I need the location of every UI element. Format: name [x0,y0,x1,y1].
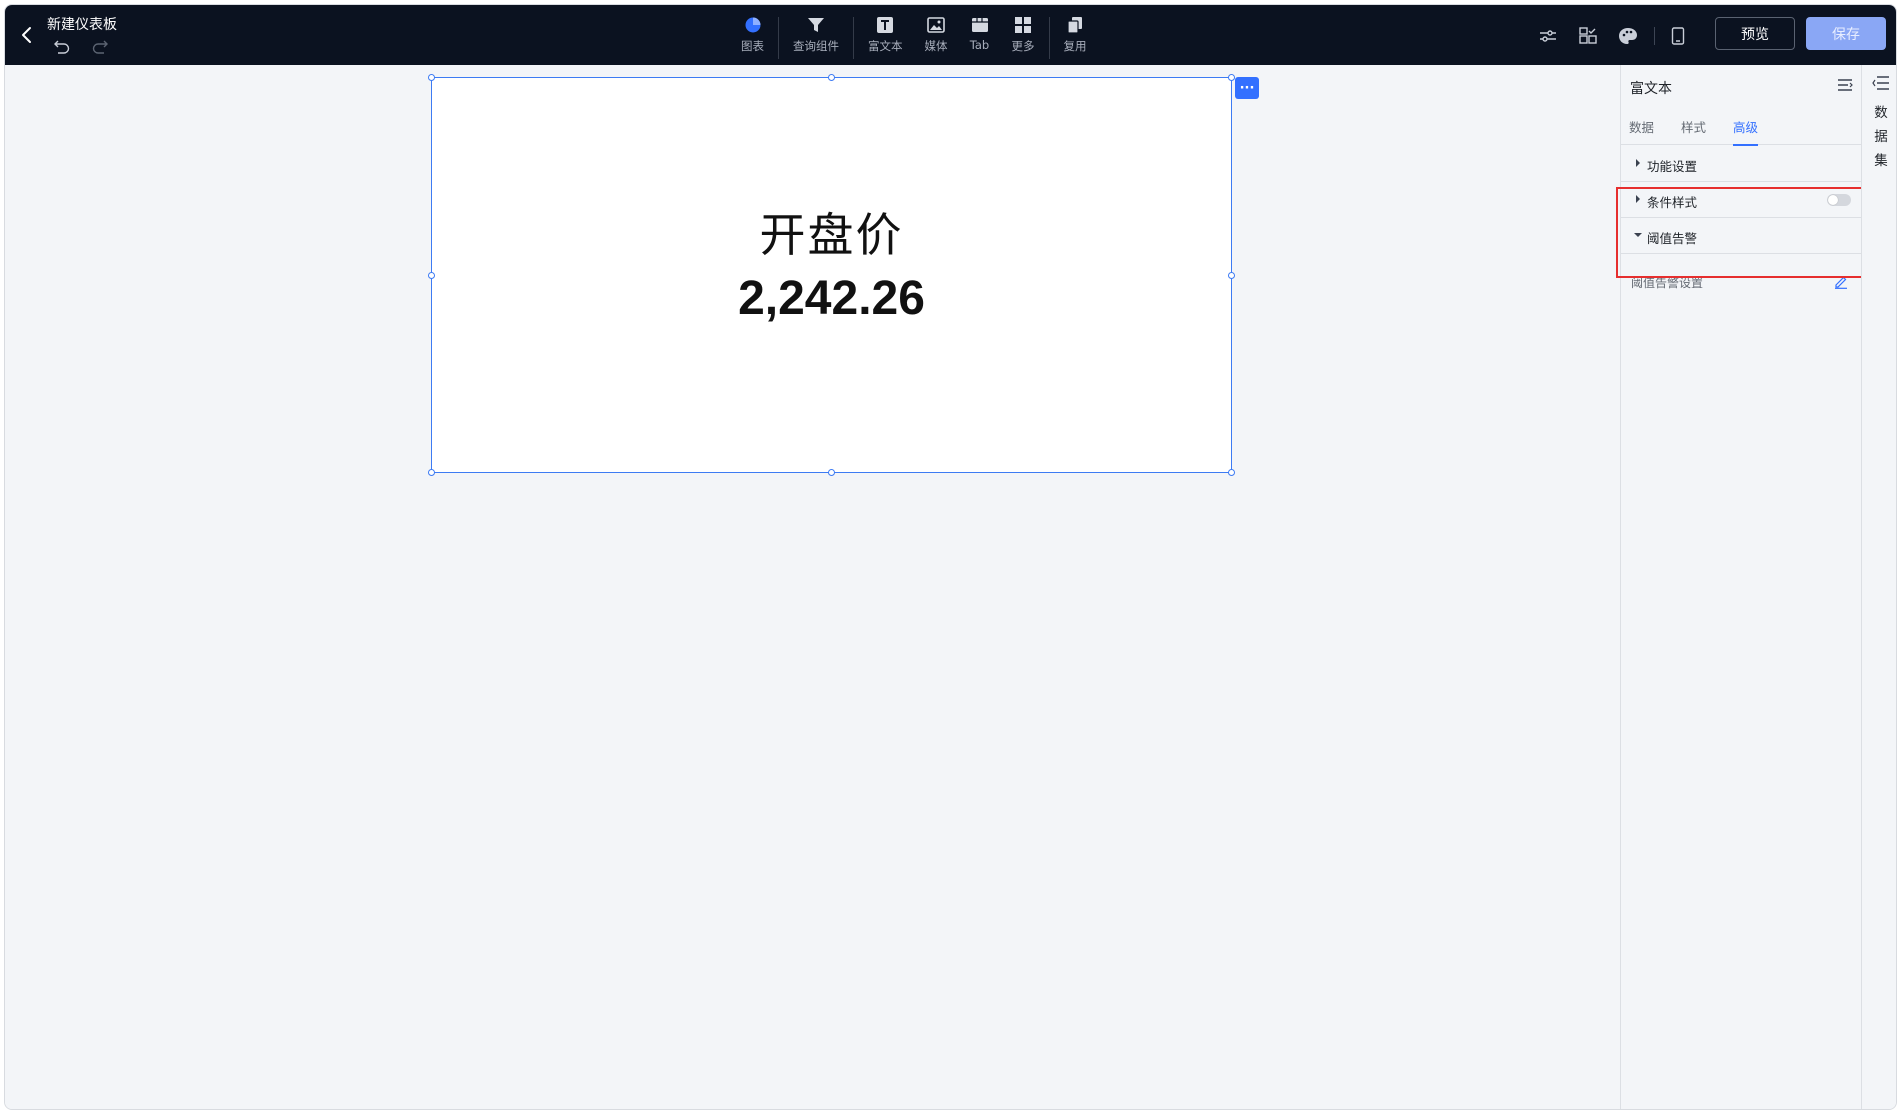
panel-tabs: 数据 样式 高级 [1621,109,1861,146]
edit-icon [1835,276,1847,289]
theme-button[interactable] [1617,25,1639,47]
redo-button[interactable] [89,37,111,57]
tool-label: Tab [969,38,990,52]
back-button[interactable] [13,21,41,49]
mobile-view-button[interactable] [1667,25,1689,47]
expand-panel-icon[interactable] [1872,75,1890,91]
image-icon [926,15,946,35]
toggle-knob [1828,195,1838,205]
chevron-left-icon [22,27,31,43]
tool-query[interactable]: 查询组件 [793,13,839,54]
widget-content: 开盘价 2,242.26 [432,208,1231,335]
tool-label: 更多 [1011,39,1035,53]
tool-reuse[interactable]: 复用 [1064,13,1087,54]
caret-down-icon [1634,233,1642,237]
rich-text-widget[interactable]: 开盘价 2,242.26 [428,74,1235,476]
section-function-settings[interactable]: 功能设置 [1621,146,1861,182]
metric-value: 2,242.26 [738,272,925,326]
top-bar: 新建仪表板 图表 查询组件 富文本 媒体 Tab 更多 复用 预览 保存 [5,5,1896,65]
toolbar-divider [778,17,779,59]
resize-handle[interactable] [428,74,435,81]
toolbar-divider [1654,27,1655,45]
toolbar-divider [853,17,854,59]
resize-handle[interactable] [828,74,835,81]
tool-chart[interactable]: 图表 [741,13,764,54]
text-icon [875,15,895,35]
caret-right-icon [1636,159,1640,167]
metric-title: 开盘价 [759,208,904,262]
conditional-style-toggle[interactable] [1827,194,1851,206]
resize-handle[interactable] [1228,74,1235,81]
panel-collapse-button[interactable] [1835,75,1855,95]
section-title: 功能设置 [1647,159,1698,174]
tool-label: 媒体 [924,39,948,53]
threshold-setting-label: 阈值告警设置 [1631,276,1704,290]
palette-icon [1619,28,1637,44]
tool-tab[interactable]: Tab [970,13,990,52]
tab-data[interactable]: 数据 [1629,117,1654,144]
toolbar-divider [1048,17,1050,59]
pie-chart-icon [743,15,763,35]
section-conditional-style[interactable]: 条件样式 [1621,182,1861,218]
component-toolbar: 图表 查询组件 富文本 媒体 Tab 更多 复用 [741,13,1087,61]
tool-media[interactable]: 媒体 [925,13,948,54]
app-window: 新建仪表板 图表 查询组件 富文本 媒体 Tab 更多 复用 预览 保存 开盘价… [4,4,1897,1110]
tool-rich-text[interactable]: 富文本 [868,13,903,54]
dashboard-title[interactable]: 新建仪表板 [47,14,117,34]
tab-icon [970,15,990,35]
section-title: 阈值告警 [1647,231,1698,246]
tool-label: 查询组件 [793,39,839,53]
panel-title: 富文本 [1630,81,1672,97]
resize-handle[interactable] [828,469,835,476]
property-panel: 富文本 数据 样式 高级 功能设置 条件样式 阈值告警 阈值告警设置 [1620,65,1861,1109]
widget-more-button[interactable]: ··· [1235,77,1259,99]
undo-button[interactable] [51,37,73,57]
settings-sliders-button[interactable] [1537,25,1559,47]
section-title: 条件样式 [1647,195,1698,210]
tool-label: 富文本 [868,39,903,53]
menu-collapse-icon [1838,79,1853,91]
dataset-label[interactable]: 数据集 [1873,101,1889,173]
tool-label: 图表 [741,39,764,53]
resize-handle[interactable] [1228,469,1235,476]
section-threshold-alert[interactable]: 阈值告警 [1621,218,1861,254]
caret-right-icon [1636,195,1640,203]
tool-more[interactable]: 更多 [1012,13,1035,54]
undo-icon [54,40,70,54]
save-button[interactable]: 保存 [1806,17,1886,50]
layout-button[interactable] [1577,25,1599,47]
mobile-icon [1671,27,1685,45]
threshold-edit-button[interactable] [1833,274,1849,290]
tab-advanced[interactable]: 高级 [1733,117,1759,146]
resize-handle[interactable] [428,469,435,476]
preview-button[interactable]: 预览 [1715,17,1795,50]
layout-check-icon [1579,27,1597,44]
filter-icon [806,15,826,35]
grid-icon [1013,15,1033,35]
dataset-sidebar[interactable]: 数据集 [1861,65,1896,1109]
redo-icon [92,40,108,54]
sliders-icon [1540,30,1556,42]
copy-icon [1065,15,1085,35]
tool-label: 复用 [1063,39,1087,53]
threshold-alert-setting: 阈值告警设置 [1621,262,1861,302]
tab-style[interactable]: 样式 [1681,117,1706,144]
dashboard-canvas[interactable]: 开盘价 2,242.26 ··· [5,65,1620,1109]
